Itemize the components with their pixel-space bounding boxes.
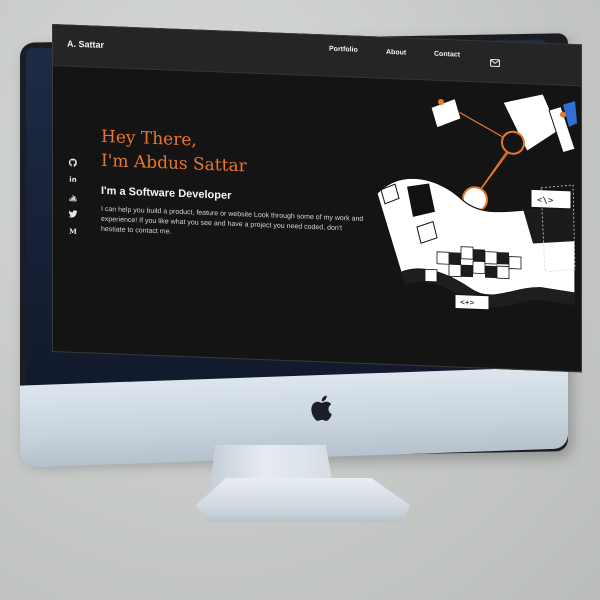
nav-contact-link[interactable]: Contact <box>434 51 474 60</box>
code-illustration: <\> <+> <box>376 93 577 311</box>
linkedin-icon[interactable]: in <box>68 175 78 185</box>
hero-greeting-line-2: I'm Abdus Sattar <box>101 150 247 177</box>
code-tag-1: <\> <box>537 196 554 207</box>
nav-portfolio-link[interactable]: Portfolio <box>329 46 369 55</box>
brand-logo[interactable]: A. Sattar <box>67 39 104 50</box>
twitter-icon[interactable] <box>68 209 78 219</box>
hero-greeting: Hey There, I'm Abdus Sattar <box>101 125 247 179</box>
desk-scene: A. Sattar Portfolio About Contact in M H… <box>0 0 600 600</box>
social-links: in M <box>68 158 78 236</box>
hero-role: I'm a Software Developer <box>101 184 232 202</box>
code-tag-2: <+> <box>460 298 475 308</box>
website-screen: A. Sattar Portfolio About Contact in M H… <box>52 24 582 373</box>
imac-stand-base <box>196 478 410 522</box>
mail-icon[interactable] <box>490 58 500 68</box>
hero-description: I can help you build a product, feature … <box>101 205 364 236</box>
github-icon[interactable] <box>68 158 78 168</box>
stackoverflow-icon[interactable] <box>68 192 78 202</box>
nav-about-link[interactable]: About <box>386 49 416 57</box>
medium-icon[interactable]: M <box>68 226 78 236</box>
apple-logo-icon <box>311 395 332 421</box>
